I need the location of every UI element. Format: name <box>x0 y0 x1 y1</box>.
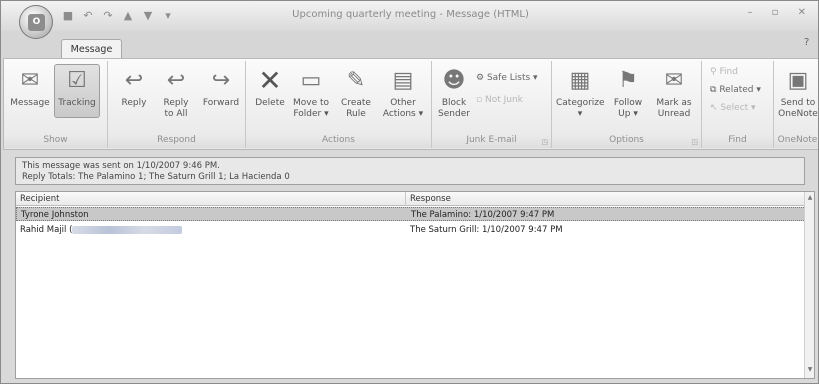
reply-totals: Reply Totals: The Palamino 1; The Saturn… <box>22 172 290 182</box>
safe-lists-button[interactable]: ⚙ Safe Lists ▾ <box>476 73 538 83</box>
message-button[interactable]: ✉ Message <box>8 65 52 109</box>
mark-as-unread-button[interactable]: ✉ Mark as Unread <box>652 65 696 120</box>
response-cell: The Saturn Grill: 1/10/2007 9:47 PM <box>410 225 563 235</box>
forward-button[interactable]: ↪ Forward <box>200 65 242 109</box>
binoculars-icon: ⚲ <box>710 67 717 77</box>
group-show: ✉ Message ☑ Tracking Show <box>4 61 108 148</box>
junk-dialog-launcher-icon[interactable]: ◳ <box>541 138 548 146</box>
delete-button[interactable]: ✕ Delete <box>252 65 288 109</box>
group-find: ⚲ Find ⧉ Related ▾ ↖ Select ▾ Find <box>702 61 774 148</box>
scroll-up-icon[interactable]: ▲ <box>806 194 814 204</box>
group-label-junk-email: Junk E-mail <box>432 133 551 148</box>
mark-unread-icon: ✉ <box>664 67 684 93</box>
group-junk-email: ☻ Block Sender ⚙ Safe Lists ▾ ▫ Not Junk… <box>432 61 552 148</box>
move-to-folder-button[interactable]: ▭ Move to Folder ▾ <box>290 65 332 120</box>
tracking-table: Recipient Response Tyrone Johnston The P… <box>15 191 815 379</box>
ribbon-tab-row: Message <box>1 31 818 59</box>
other-actions-icon: ▤ <box>392 67 414 93</box>
tracking-info-bar: This message was sent on 1/10/2007 9:46 … <box>15 157 805 185</box>
other-actions-button[interactable]: ▤ Other Actions ▾ <box>380 65 426 120</box>
tracking-icon: ☑ <box>67 67 87 93</box>
reply-to-all-button[interactable]: ↩ Reply to All <box>156 65 196 120</box>
categorize-icon: ▦ <box>569 67 591 93</box>
not-junk-icon: ▫ <box>476 95 483 105</box>
reply-icon: ↩ <box>124 67 144 93</box>
tracking-button[interactable]: ☑ Tracking <box>54 64 100 118</box>
window-controls[interactable]: – ▫ ✕ <box>747 7 814 18</box>
sent-info: This message was sent on 1/10/2007 9:46 … <box>22 161 220 171</box>
window-title: Upcoming quarterly meeting - Message (HT… <box>292 9 529 20</box>
create-rule-button[interactable]: ✎ Create Rule <box>336 65 376 120</box>
group-label-find: Find <box>702 133 773 148</box>
reply-button[interactable]: ↩ Reply <box>116 65 152 109</box>
group-label-onenote: OneNote <box>774 133 818 148</box>
send-to-onenote-button[interactable]: ▣ Send to OneNote <box>776 65 818 120</box>
column-header-response[interactable]: Response <box>406 192 806 206</box>
ribbon: ✉ Message ☑ Tracking Show ↩ Reply ↩ Repl… <box>3 58 818 150</box>
outlook-message-window: ■ ↶ ↷ ▲ ▼ ▾ Upcoming quarterly meeting -… <box>0 0 819 384</box>
group-onenote: ▣ Send to OneNote OneNote <box>774 61 818 148</box>
scroll-down-icon[interactable]: ▼ <box>806 366 814 376</box>
block-sender-button[interactable]: ☻ Block Sender <box>436 65 472 120</box>
group-respond: ↩ Reply ↩ Reply to All ↪ Forward Respond <box>108 61 246 148</box>
group-actions: ✕ Delete ▭ Move to Folder ▾ ✎ Create Rul… <box>246 61 432 148</box>
office-button[interactable]: O <box>19 5 53 39</box>
flag-icon: ⚑ <box>618 67 638 93</box>
office-logo-icon: O <box>28 14 45 31</box>
select-icon: ↖ <box>710 103 718 113</box>
options-dialog-launcher-icon[interactable]: ◳ <box>691 138 698 146</box>
follow-up-button[interactable]: ⚑ Follow Up ▾ <box>608 65 648 120</box>
categorize-button[interactable]: ▦ Categorize ▾ <box>556 65 605 120</box>
select-button[interactable]: ↖ Select ▾ <box>710 103 756 113</box>
vertical-scrollbar[interactable]: ▲ ▼ <box>804 192 814 378</box>
redacted-email <box>72 225 183 234</box>
tab-message[interactable]: Message <box>61 39 122 59</box>
onenote-icon: ▣ <box>787 67 809 93</box>
group-label-show: Show <box>4 133 107 148</box>
group-label-actions: Actions <box>246 133 431 148</box>
folder-icon: ▭ <box>300 67 322 93</box>
group-options: ▦ Categorize ▾ ⚑ Follow Up ▾ ✉ Mark as U… <box>552 61 702 148</box>
forward-icon: ↪ <box>211 67 231 93</box>
response-cell: The Palamino: 1/10/2007 9:47 PM <box>411 210 555 220</box>
block-sender-icon: ☻ <box>442 67 466 93</box>
related-button[interactable]: ⧉ Related ▾ <box>710 85 761 95</box>
not-junk-button[interactable]: ▫ Not Junk <box>476 95 523 105</box>
group-label-options: Options <box>552 133 701 148</box>
envelope-icon: ✉ <box>20 67 40 93</box>
table-row[interactable]: Tyrone Johnston The Palamino: 1/10/2007 … <box>16 207 806 221</box>
recipient-cell: Tyrone Johnston <box>21 210 89 220</box>
reply-all-icon: ↩ <box>166 67 186 93</box>
group-label-respond: Respond <box>108 133 245 148</box>
recipient-cell: Rahid Majil ( <box>16 223 406 237</box>
safe-lists-icon: ⚙ <box>476 73 485 83</box>
help-icon[interactable]: ? <box>804 37 816 49</box>
rule-icon: ✎ <box>346 67 366 93</box>
find-button[interactable]: ⚲ Find <box>710 67 738 77</box>
table-header: Recipient Response <box>16 192 806 206</box>
delete-x-icon: ✕ <box>258 63 282 97</box>
table-row[interactable]: Rahid Majil ( The Saturn Grill: 1/10/200… <box>16 223 806 237</box>
related-icon: ⧉ <box>710 85 717 95</box>
title-bar: ■ ↶ ↷ ▲ ▼ ▾ Upcoming quarterly meeting -… <box>1 1 818 31</box>
column-header-recipient[interactable]: Recipient <box>16 192 406 206</box>
